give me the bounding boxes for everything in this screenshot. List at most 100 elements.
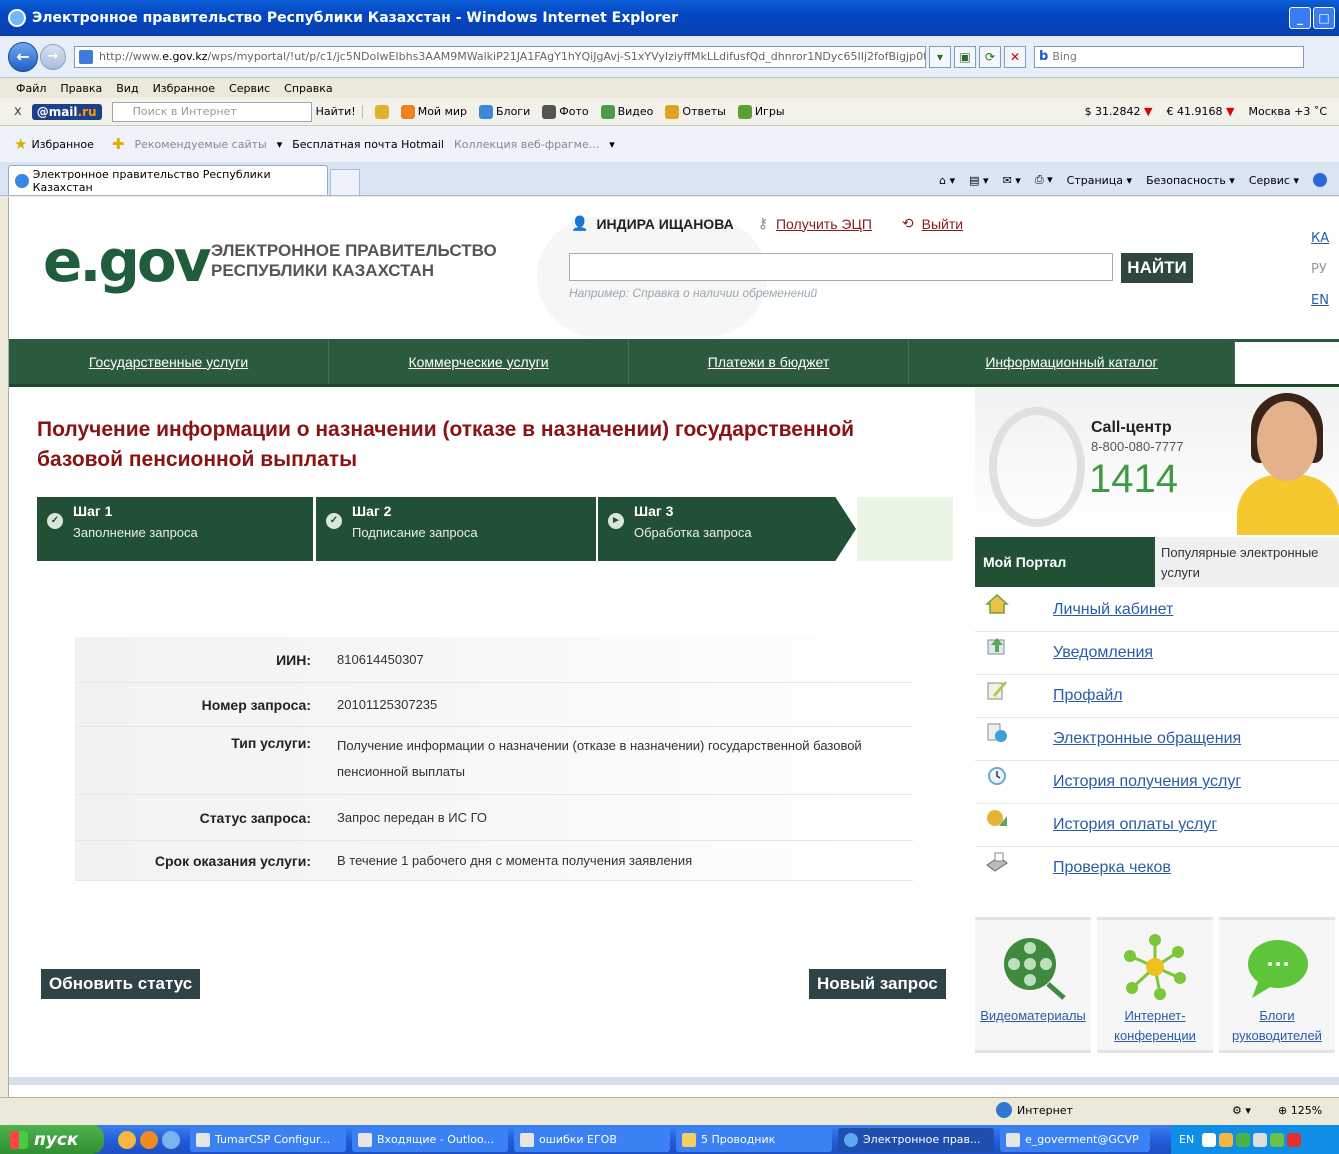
nav-commercial-services[interactable]: Коммерческие услуги [329,339,629,384]
lang-en[interactable]: EN [1311,293,1329,308]
get-eds-link[interactable]: Получить ЭЦП [776,216,872,232]
page-menu[interactable]: Страница ▾ [1067,174,1132,187]
tray-icon[interactable] [1253,1132,1268,1147]
portal-item-cabinet[interactable]: Личный кабинет [975,589,1339,632]
egov-logo[interactable]: e.gov [43,227,212,295]
widget-blogs[interactable]: Блоги руководителей [1219,917,1335,1053]
egov-page: e.gov ЭЛЕКТРОННОЕ ПРАВИТЕЛЬСТВО РЕСПУБЛИ… [9,197,1339,1097]
quick-launch-icon[interactable] [118,1130,136,1149]
tray-icon[interactable] [1202,1132,1217,1147]
refresh-status-button[interactable]: Обновить статус [41,969,201,999]
zoom-level[interactable]: ⊕ 125% [1278,1104,1322,1117]
portal-item-profile[interactable]: Профайл [975,675,1339,718]
tab-popular-services[interactable]: Популярные электронные услуги [1155,537,1339,587]
favorites-bar: ★ Избранное ✚ Рекомендуемые сайты ▾ Бесп… [0,126,1339,162]
portal-item-payment-history[interactable]: История оплаты услуг [975,804,1339,847]
refresh-icon[interactable]: ⟳ [979,45,1001,68]
taskbar-item-active[interactable]: Электронное прав... [838,1127,994,1152]
info-value: 810614450307 [337,651,424,667]
tray-icon[interactable] [1219,1132,1234,1147]
toolbar-close-icon[interactable]: x [14,104,22,119]
film-reel-icon [1004,938,1066,1000]
answers-link[interactable]: Ответы [665,104,726,119]
taskbar-item[interactable]: ошибки ЕГОВ [514,1127,670,1152]
widget-conferences[interactable]: Интернет-конференции [1097,917,1213,1053]
minimize-button[interactable]: _ [1289,6,1311,29]
input-language[interactable]: EN [1179,1133,1194,1146]
eur-rate: € 41.9168 ▼ [1167,105,1235,118]
info-row-service-type: Тип услуги: Получение информации о назна… [75,727,913,795]
user-panel: 👤 ИНДИРА ИЩАНОВА ⚷ Получить ЭЦП ⟲ Выйти [571,215,985,232]
nav-information-catalog[interactable]: Информационный каталог [909,339,1235,384]
tray-icon[interactable] [1287,1132,1302,1147]
call-center-banner[interactable]: Call-центр 8-800-080-7777 1414 [975,387,1339,535]
feeds-icon[interactable]: ▤ ▾ [969,174,988,187]
bing-search-input[interactable]: b Bing [1034,45,1304,68]
mailru-logo[interactable]: @mail.ru [31,103,102,120]
mail-icon[interactable]: ✉ ▾ [1003,174,1021,187]
menu-tools[interactable]: Сервис [229,82,270,95]
maximize-button[interactable]: □ [1313,6,1335,29]
status-bar: Интернет ⚙ ▾ ⊕ 125% [0,1097,1339,1125]
dropdown-button[interactable]: ▾ [929,45,951,68]
tab-egov[interactable]: Электронное правительство Республики Каз… [8,165,328,195]
menu-favorites[interactable]: Избранное [153,82,215,95]
quick-launch-icon[interactable] [162,1130,180,1149]
lang-kz[interactable]: КА [1311,231,1329,246]
menu-view[interactable]: Вид [116,82,138,95]
menu-help[interactable]: Справка [284,82,332,95]
find-button[interactable]: Найти! [316,105,363,118]
compatibility-icon[interactable]: ▣ [954,45,976,68]
start-button[interactable]: пуск [0,1125,104,1154]
print-icon[interactable]: ⎙ ▾ [1035,173,1053,187]
hotmail-link[interactable]: Бесплатная почта Hotmail [292,138,444,151]
portal-item-appeals[interactable]: Электронные обращения [975,718,1339,761]
tray-icon[interactable] [1236,1132,1251,1147]
chevron-down-icon[interactable]: ▾ [277,138,283,151]
pencil-icon[interactable] [374,104,389,119]
security-menu[interactable]: Безопасность ▾ [1146,174,1235,187]
tray-icon[interactable] [1270,1132,1285,1147]
recommended-sites-link[interactable]: Рекомендуемые сайты [135,138,267,151]
menu-edit[interactable]: Правка [60,82,102,95]
home-icon[interactable]: ⌂ ▾ [939,174,955,187]
taskbar-item[interactable]: 5 Проводник [676,1127,832,1152]
video-link[interactable]: Видео [600,104,653,119]
back-button[interactable]: ← [8,41,38,72]
taskbar-item[interactable]: Входящие - Outloo... [352,1127,508,1152]
widget-video[interactable]: Видеоматериалы [975,917,1091,1053]
call-center-title: Call-центр [1091,419,1172,436]
find-button[interactable]: НАЙТИ [1121,253,1193,283]
tools-menu[interactable]: Сервис ▾ [1249,174,1299,187]
web-slice-gallery-link[interactable]: Коллекция веб-фрагме... [454,138,599,151]
portal-item-service-history[interactable]: История получения услуг [975,761,1339,804]
photo-link[interactable]: Фото [542,104,589,119]
chevron-down-icon[interactable]: ▾ [609,138,615,151]
forward-button[interactable]: → [40,43,66,70]
quick-launch-icon[interactable] [140,1130,158,1149]
menu-file[interactable]: Файл [16,82,46,95]
blogs-link[interactable]: Блоги [479,104,530,119]
games-link[interactable]: Игры [737,104,785,119]
tab-my-portal[interactable]: Мой Портал [975,537,1155,587]
add-favorite-icon[interactable]: ✚ [112,135,125,153]
site-search-input[interactable] [569,253,1113,281]
nav-government-services[interactable]: Государственные услуги [9,339,329,384]
stop-icon[interactable]: ✕ [1004,45,1026,68]
mymir-link[interactable]: Мой мир [400,104,467,119]
new-tab-button[interactable] [330,169,360,195]
down-arrow-icon: ▼ [1144,105,1153,118]
weather[interactable]: Москва +3 ˚C [1248,105,1327,118]
portal-item-notifications[interactable]: Уведомления [975,632,1339,675]
new-request-button[interactable]: Новый запрос [809,969,946,999]
nav-budget-payments[interactable]: Платежи в бюджет [629,339,909,384]
protected-mode-icon[interactable]: ⚙ ▾ [1232,1104,1251,1117]
help-icon[interactable] [1313,173,1327,187]
logout-link[interactable]: Выйти [922,216,963,232]
url-input[interactable]: http://www. e.gov.kz/wps/myportal/!ut/p/c… [74,45,926,68]
favorites-button[interactable]: Избранное [31,138,93,151]
taskbar-item[interactable]: e_goverment@GCVP [1000,1127,1150,1152]
taskbar-item[interactable]: TumarCSP Configur... [190,1127,346,1152]
web-search-input[interactable]: Поиск в Интернет [111,101,312,122]
portal-item-receipt-check[interactable]: Проверка чеков [975,847,1339,890]
